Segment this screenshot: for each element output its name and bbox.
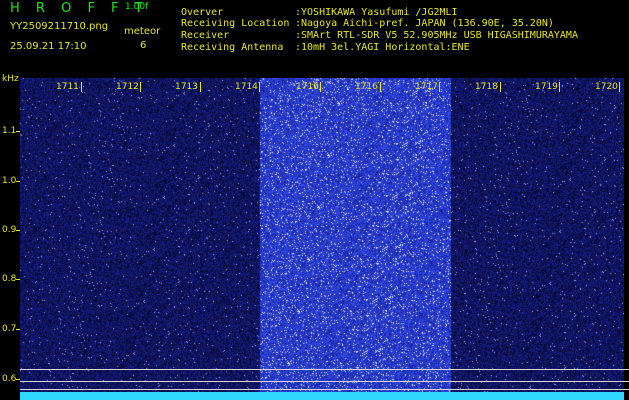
freq-tick-mark: [16, 379, 20, 380]
time-tick-mark: [619, 82, 620, 92]
reference-line: [20, 389, 629, 390]
time-tick-label: 1720: [595, 82, 618, 92]
time-tick-mark: [380, 82, 381, 92]
time-tick-mark: [259, 82, 260, 92]
info-key-observer: Overver: [181, 7, 224, 18]
info-key-location: Receiving Location: [181, 18, 290, 29]
freq-tick-label: 0.9: [2, 225, 17, 235]
time-tick-mark: [200, 82, 201, 92]
freq-tick-label: 1.0: [2, 176, 17, 186]
file-name: YY2509211710.png: [10, 21, 109, 32]
time-tick-label: 1716: [355, 82, 378, 92]
time-tick-label: 1714: [235, 82, 258, 92]
time-tick-mark: [559, 82, 560, 92]
time-tick-mark: [500, 82, 501, 92]
spectrogram-plot: [20, 78, 624, 396]
time-tick-mark: [320, 82, 321, 92]
time-tick-label: 1712: [116, 82, 139, 92]
freq-tick-label: 1.1: [2, 126, 17, 136]
time-tick-label: 1717: [415, 82, 438, 92]
time-tick-mark: [81, 82, 82, 92]
frequency-unit-label: kHz: [2, 74, 19, 84]
app-version: 1.00f: [125, 2, 149, 12]
freq-tick-mark: [16, 279, 20, 280]
reference-line: [20, 369, 629, 370]
time-tick-label: 1719: [535, 82, 558, 92]
info-value-location: :Nagoya Aichi-pref. JAPAN (136.90E, 35.2…: [295, 18, 554, 29]
freq-tick-mark: [16, 230, 20, 231]
freq-tick-mark: [16, 131, 20, 132]
freq-tick-label: 0.7: [2, 324, 17, 334]
time-tick-label: 1718: [475, 82, 498, 92]
hrofft-screen: H R O F F T 1.00f YY2509211710.png meteo…: [0, 0, 629, 400]
capture-datetime: 25.09.21 17:10: [10, 41, 87, 52]
spectrogram-noise: [20, 78, 624, 396]
freq-tick-mark: [16, 329, 20, 330]
meteor-label: meteor: [124, 26, 161, 37]
time-tick-mark: [140, 82, 141, 92]
signal-level-bar: [20, 392, 624, 400]
info-value-observer: :YOSHIKAWA Yasufumi /JG2MLI: [295, 7, 458, 18]
info-key-receiver: Receiver: [181, 30, 230, 41]
time-tick-label: 1711: [56, 82, 79, 92]
freq-tick-mark: [16, 181, 20, 182]
reference-line: [20, 381, 629, 382]
meteor-count: 6: [140, 40, 147, 51]
info-key-antenna: Receiving Antenna: [181, 42, 284, 53]
time-tick-mark: [439, 82, 440, 92]
time-tick-label: 1713: [175, 82, 198, 92]
freq-tick-label: 0.8: [2, 274, 17, 284]
info-value-antenna: :10mH 3el.YAGI Horizontal:ENE: [295, 42, 470, 53]
info-value-receiver: :SMArt RTL-SDR V5 52.905MHz USB HIGASHIM…: [295, 30, 578, 41]
freq-tick-label: 0.6: [2, 374, 17, 384]
time-tick-label: 1716: [296, 82, 319, 92]
